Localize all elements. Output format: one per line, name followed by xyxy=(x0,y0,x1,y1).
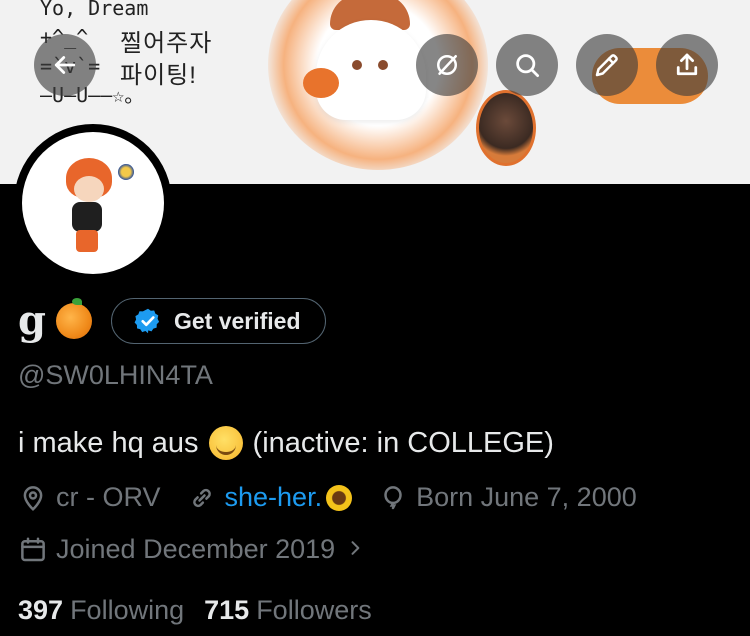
birthday-text: Born June 7, 2000 xyxy=(416,482,637,512)
following-label: Following xyxy=(70,595,185,625)
share-button[interactable] xyxy=(656,34,718,96)
display-name: g xyxy=(18,297,46,344)
profile-page: Yo, Dream +^_^ =`v`= —U—U——☆。 찔어주자 파이팅! xyxy=(0,0,750,636)
bio-text-start: i make hq aus xyxy=(18,426,199,459)
following-link[interactable]: 397 Following xyxy=(18,595,184,626)
get-verified-label: Get verified xyxy=(173,307,301,334)
banner-ghost xyxy=(316,20,426,120)
followers-label: Followers xyxy=(256,595,372,625)
following-count: 397 xyxy=(18,595,64,625)
avatar-figure-legs xyxy=(76,230,98,252)
location-item: cr - ORV xyxy=(18,482,161,513)
avatar-figure-face xyxy=(74,176,104,202)
edit-button[interactable] xyxy=(576,34,638,96)
mute-button[interactable] xyxy=(416,34,478,96)
tangerine-emoji-icon xyxy=(55,298,92,339)
chevron-right-icon xyxy=(345,534,365,565)
share-icon xyxy=(676,53,698,76)
banner-pumpkin xyxy=(303,68,339,98)
location-pin-icon xyxy=(23,485,43,511)
slashed-circle-icon xyxy=(437,55,457,75)
followers-count: 715 xyxy=(204,595,250,625)
joined-date-row[interactable]: Joined December 2019 xyxy=(18,534,365,565)
verified-badge-icon xyxy=(134,307,162,335)
bio-text-end: (inactive: in COLLEGE) xyxy=(252,426,554,459)
avatar-image xyxy=(22,132,164,274)
search-button[interactable] xyxy=(496,34,558,96)
banner-small-portrait xyxy=(476,90,536,166)
avatar-volleyball xyxy=(118,164,134,180)
back-button[interactable] xyxy=(34,34,96,96)
birthday-item: Born June 7, 2000 xyxy=(378,482,637,513)
followers-link[interactable]: 715 Followers xyxy=(204,595,372,626)
website-link[interactable]: she-her. xyxy=(225,482,323,513)
website-item[interactable]: she-her. xyxy=(187,482,353,513)
profile-meta-row: cr - ORV she-her. Born June 7, 2000 xyxy=(18,482,663,513)
smiling-face-emoji-icon xyxy=(208,426,243,460)
balloon-icon xyxy=(384,485,402,509)
link-icon xyxy=(192,488,211,507)
follow-stats: 397 Following 715 Followers xyxy=(18,595,392,626)
get-verified-button[interactable]: Get verified xyxy=(110,298,326,344)
profile-handle: @SW0LHIN4TA xyxy=(18,360,213,390)
pencil-icon xyxy=(595,54,618,77)
profile-bio: i make hq aus (inactive: in COLLEGE) xyxy=(18,426,554,460)
avatar-figure-body xyxy=(72,202,102,232)
arrow-left-icon xyxy=(54,56,76,74)
search-icon xyxy=(516,54,539,77)
calendar-icon xyxy=(21,537,45,561)
sunflower-emoji-icon xyxy=(326,484,353,511)
profile-avatar[interactable] xyxy=(14,124,172,282)
joined-text: Joined December 2019 xyxy=(56,534,336,564)
location-text: cr - ORV xyxy=(56,482,161,512)
name-row: g Get verified xyxy=(18,298,326,344)
banner-hangul-text: 찔어주자 파이팅! xyxy=(120,30,213,89)
